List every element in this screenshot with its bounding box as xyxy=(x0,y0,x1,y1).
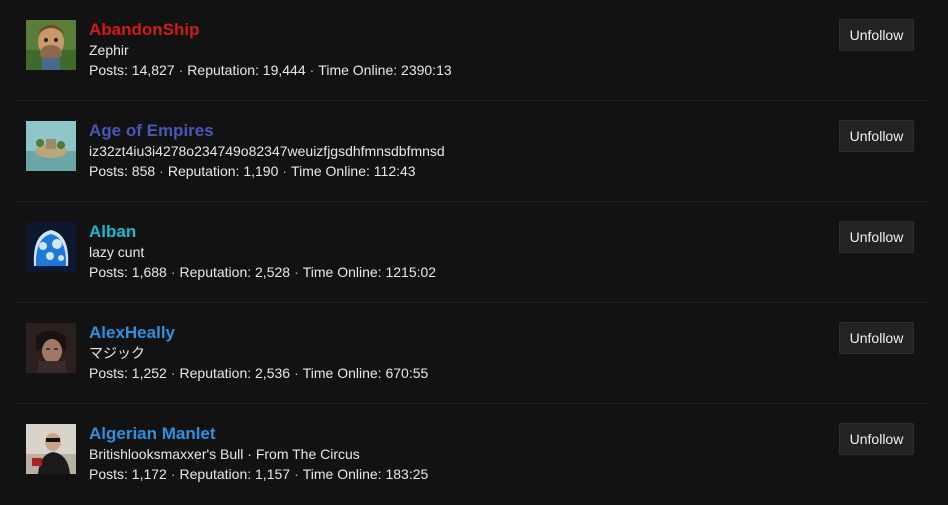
reputation-label: Reputation: xyxy=(179,365,252,381)
reputation-value: 2,528 xyxy=(255,264,291,280)
list-item: Algerian Manlet Britishlooksmaxxer's Bul… xyxy=(16,404,928,505)
user-info: Alban lazy cunt Posts: 1,688 · Reputation:… xyxy=(89,222,808,282)
user-info: AlexHeally マジック Posts: 1,252 · Reputation:… xyxy=(89,323,808,383)
user-stats: Posts: 1,252 · Reputation: 2,536 · Time Onli… xyxy=(89,365,429,381)
unfollow-button[interactable]: Unfollow xyxy=(839,423,914,455)
unfollow-button[interactable]: Unfollow xyxy=(839,221,914,253)
username-link[interactable]: AlexHeally xyxy=(89,323,808,343)
time-online-value: 183:25 xyxy=(385,466,429,482)
unfollow-button[interactable]: Unfollow xyxy=(839,120,914,152)
reputation-label: Reputation: xyxy=(187,62,259,78)
unfollow-button[interactable]: Unfollow xyxy=(839,322,914,354)
list-item: AlexHeally マジック Posts: 1,252 · Reputation:… xyxy=(16,303,928,404)
user-title: Zephir xyxy=(89,42,129,58)
time-online-value: 2390:13 xyxy=(401,62,452,78)
user-stats: Posts: 1,688 · Reputation: 2,528 · Time Onli… xyxy=(89,264,437,280)
following-list: AbandonShip Zephir Posts: 14,827 · Reputat… xyxy=(16,0,928,505)
username-link[interactable]: Alban xyxy=(89,222,808,242)
list-item: Alban lazy cunt Posts: 1,688 · Reputation:… xyxy=(16,202,928,303)
avatar-island-landscape-icon xyxy=(26,121,76,171)
time-online-value: 670:55 xyxy=(385,365,429,381)
reputation-value: 2,536 xyxy=(255,365,291,381)
posts-count: 858 xyxy=(131,163,156,179)
username-link[interactable]: Algerian Manlet xyxy=(89,424,808,444)
time-online-value: 1215:02 xyxy=(385,264,437,280)
user-info: Algerian Manlet Britishlooksmaxxer's Bul… xyxy=(89,424,808,484)
reputation-label: Reputation: xyxy=(167,163,240,179)
user-stats: Posts: 1,172 · Reputation: 1,157 · Time Onli… xyxy=(89,466,429,482)
time-online-label: Time Online: xyxy=(318,62,398,78)
reputation-label: Reputation: xyxy=(179,466,252,482)
reputation-value: 1,157 xyxy=(255,466,291,482)
reputation-label: Reputation: xyxy=(179,264,252,280)
user-title: マジック xyxy=(89,345,145,361)
posts-count: 14,827 xyxy=(131,62,175,78)
reputation-value: 1,190 xyxy=(243,163,279,179)
time-online-label: Time Online: xyxy=(302,264,382,280)
time-online-label: Time Online: xyxy=(302,365,382,381)
posts-count: 1,172 xyxy=(131,466,167,482)
list-item: Age of Empires iz32zt4iu3i4278o234749o82… xyxy=(16,101,928,202)
list-item: AbandonShip Zephir Posts: 14,827 · Reputat… xyxy=(16,0,928,101)
user-stats: Posts: 858 · Reputation: 1,190 · Time Online… xyxy=(89,163,416,179)
avatar[interactable] xyxy=(26,323,76,373)
user-title: iz32zt4iu3i4278o234749o82347weuizfjgsdhf… xyxy=(89,143,445,159)
avatar-blue-blob-icon xyxy=(26,222,76,272)
time-online-label: Time Online: xyxy=(302,466,382,482)
posts-label: Posts: xyxy=(89,163,128,179)
avatar[interactable] xyxy=(26,20,76,70)
username-link[interactable]: AbandonShip xyxy=(89,20,808,40)
avatar[interactable] xyxy=(26,424,76,474)
reputation-value: 19,444 xyxy=(262,62,306,78)
avatar[interactable] xyxy=(26,222,76,272)
time-online-value: 112:43 xyxy=(373,163,416,179)
posts-count: 1,688 xyxy=(131,264,167,280)
username-link[interactable]: Age of Empires xyxy=(89,121,808,141)
posts-label: Posts: xyxy=(89,264,128,280)
avatar-cartoon-man-icon xyxy=(26,20,76,70)
avatar[interactable] xyxy=(26,121,76,171)
user-info: AbandonShip Zephir Posts: 14,827 · Reputat… xyxy=(89,20,808,80)
user-title: lazy cunt xyxy=(89,244,145,260)
user-info: Age of Empires iz32zt4iu3i4278o234749o82… xyxy=(89,121,808,181)
posts-label: Posts: xyxy=(89,466,128,482)
posts-label: Posts: xyxy=(89,62,128,78)
time-online-label: Time Online: xyxy=(291,163,370,179)
posts-label: Posts: xyxy=(89,365,128,381)
user-title: Britishlooksmaxxer's Bull · From The Cir… xyxy=(89,446,360,462)
posts-count: 1,252 xyxy=(131,365,167,381)
avatar-person-photo-icon xyxy=(26,424,76,474)
unfollow-button[interactable]: Unfollow xyxy=(839,19,914,51)
avatar-anime-character-icon xyxy=(26,323,76,373)
user-stats: Posts: 14,827 · Reputation: 19,444 · Time On… xyxy=(89,62,452,78)
